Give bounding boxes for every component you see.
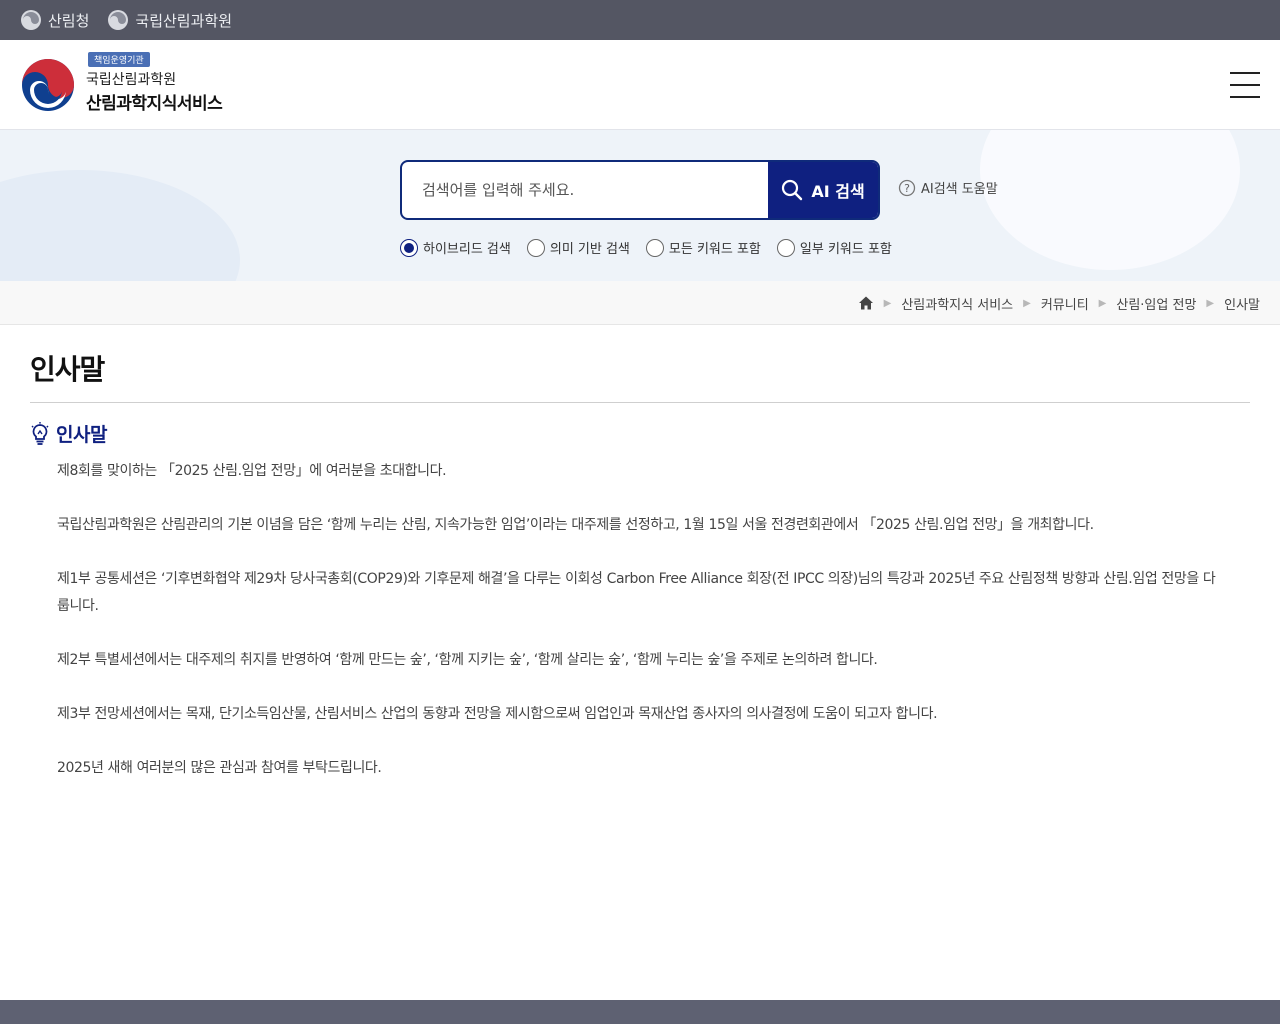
home-icon[interactable]	[858, 295, 874, 311]
agency-badge: 책임운영기관	[88, 52, 150, 67]
radio-all-keywords[interactable]: 모든 키워드 포함	[645, 238, 761, 257]
radio-semantic-search[interactable]: 의미 기반 검색	[526, 238, 630, 257]
site-header: 책임운영기관 국립산림과학원 산림과학지식서비스	[0, 40, 1280, 130]
gov-emblem-icon	[21, 10, 41, 30]
breadcrumb-separator-icon: ▶	[1098, 297, 1107, 309]
breadcrumb-item[interactable]: 산림과학지식 서비스	[901, 294, 1013, 313]
title-divider	[30, 402, 1250, 403]
radio-unselected-icon	[776, 238, 795, 257]
gov-emblem-icon	[108, 10, 129, 30]
topbar-link-forest-service[interactable]: 산림청	[20, 9, 89, 31]
ai-search-button[interactable]: AI 검색	[768, 162, 878, 218]
radio-selected-icon	[400, 238, 418, 257]
hamburger-menu-icon[interactable]	[1230, 72, 1260, 98]
breadcrumb: ▶ 산림과학지식 서비스 ▶ 커뮤니티 ▶ 산림·임업 전망 ▶ 인사말	[858, 281, 1260, 325]
help-link-label: AI검색 도움말	[921, 182, 998, 197]
breadcrumb-bar: ▶ 산림과학지식 서비스 ▶ 커뮤니티 ▶ 산림·임업 전망 ▶ 인사말	[0, 281, 1280, 325]
org-name: 국립산림과학원	[86, 72, 177, 88]
radio-unselected-icon	[526, 238, 545, 257]
search-section: AI 검색 ? AI검색 도움말 하이브리드 검색 의미 기반 검색 모든 키워…	[0, 130, 1280, 281]
topbar-link-label: 산림청	[48, 11, 90, 30]
help-circle-icon: ?	[898, 179, 916, 196]
search-mode-options: 하이브리드 검색 의미 기반 검색 모든 키워드 포함 일부 키워드 포함	[400, 238, 892, 257]
section-heading: 인사말	[30, 420, 107, 447]
greeting-paragraph: 제3부 전망세션에서는 목재, 단기소득임산물, 산림서비스 산업의 동향과 전…	[57, 706, 938, 722]
search-box: AI 검색	[400, 160, 880, 220]
topbar-link-research-institute[interactable]: 국립산림과학원	[107, 9, 232, 31]
radio-hybrid-search[interactable]: 하이브리드 검색	[400, 238, 511, 257]
search-input[interactable]	[402, 162, 768, 218]
ai-search-button-label: AI 검색	[811, 182, 865, 201]
footer-bar	[0, 1000, 1280, 1024]
breadcrumb-item[interactable]: 커뮤니티	[1041, 294, 1089, 313]
svg-text:?: ?	[904, 182, 910, 195]
service-name: 산림과학지식서비스	[86, 94, 223, 114]
breadcrumb-item-current: 인사말	[1224, 297, 1260, 313]
background-wave	[0, 170, 240, 281]
radio-label: 일부 키워드 포함	[799, 242, 892, 257]
greeting-paragraph: 제8회를 맞이하는 「2025 산림.임업 전망」에 여러분을 초대합니다.	[57, 463, 447, 479]
logo-texts: 책임운영기관 국립산림과학원 산림과학지식서비스	[84, 52, 223, 114]
section-title: 인사말	[56, 424, 107, 446]
greeting-paragraph: 2025년 새해 여러분의 많은 관심과 참여를 부탁드립니다.	[57, 760, 382, 776]
greeting-text: 제8회를 맞이하는 「2025 산림.임업 전망」에 여러분을 초대합니다. 국…	[57, 458, 1217, 809]
site-logo[interactable]: 책임운영기관 국립산림과학원 산림과학지식서비스	[20, 52, 223, 114]
radio-unselected-icon	[645, 238, 664, 257]
radio-label: 의미 기반 검색	[549, 242, 630, 257]
breadcrumb-item[interactable]: 산림·임업 전망	[1116, 294, 1196, 313]
breadcrumb-separator-icon: ▶	[883, 297, 892, 309]
breadcrumb-separator-icon: ▶	[1023, 297, 1031, 309]
radio-label: 모든 키워드 포함	[668, 242, 761, 257]
radio-some-keywords[interactable]: 일부 키워드 포함	[776, 238, 892, 257]
lightbulb-icon	[31, 421, 49, 445]
top-utility-bar: 산림청 국립산림과학원	[0, 0, 1280, 40]
breadcrumb-separator-icon: ▶	[1206, 297, 1215, 309]
search-icon	[782, 179, 803, 201]
radio-label: 하이브리드 검색	[423, 242, 511, 257]
greeting-paragraph: 제1부 공통세션은 ‘기후변화협약 제29차 당사국총회(COP29)와 기후문…	[57, 571, 1216, 614]
background-wave	[980, 130, 1240, 270]
page-title: 인사말	[30, 353, 105, 386]
ai-search-help-link[interactable]: ? AI검색 도움말	[898, 178, 998, 197]
taegeuk-emblem-icon	[22, 59, 74, 111]
topbar-link-label: 국립산림과학원	[135, 11, 233, 30]
greeting-paragraph: 국립산림과학원은 산림관리의 기본 이념을 담은 ‘함께 누리는 산림, 지속가…	[57, 517, 1094, 533]
greeting-paragraph: 제2부 특별세션에서는 대주제의 취지를 반영하여 ‘함께 만드는 숲’, ‘함…	[57, 652, 878, 668]
